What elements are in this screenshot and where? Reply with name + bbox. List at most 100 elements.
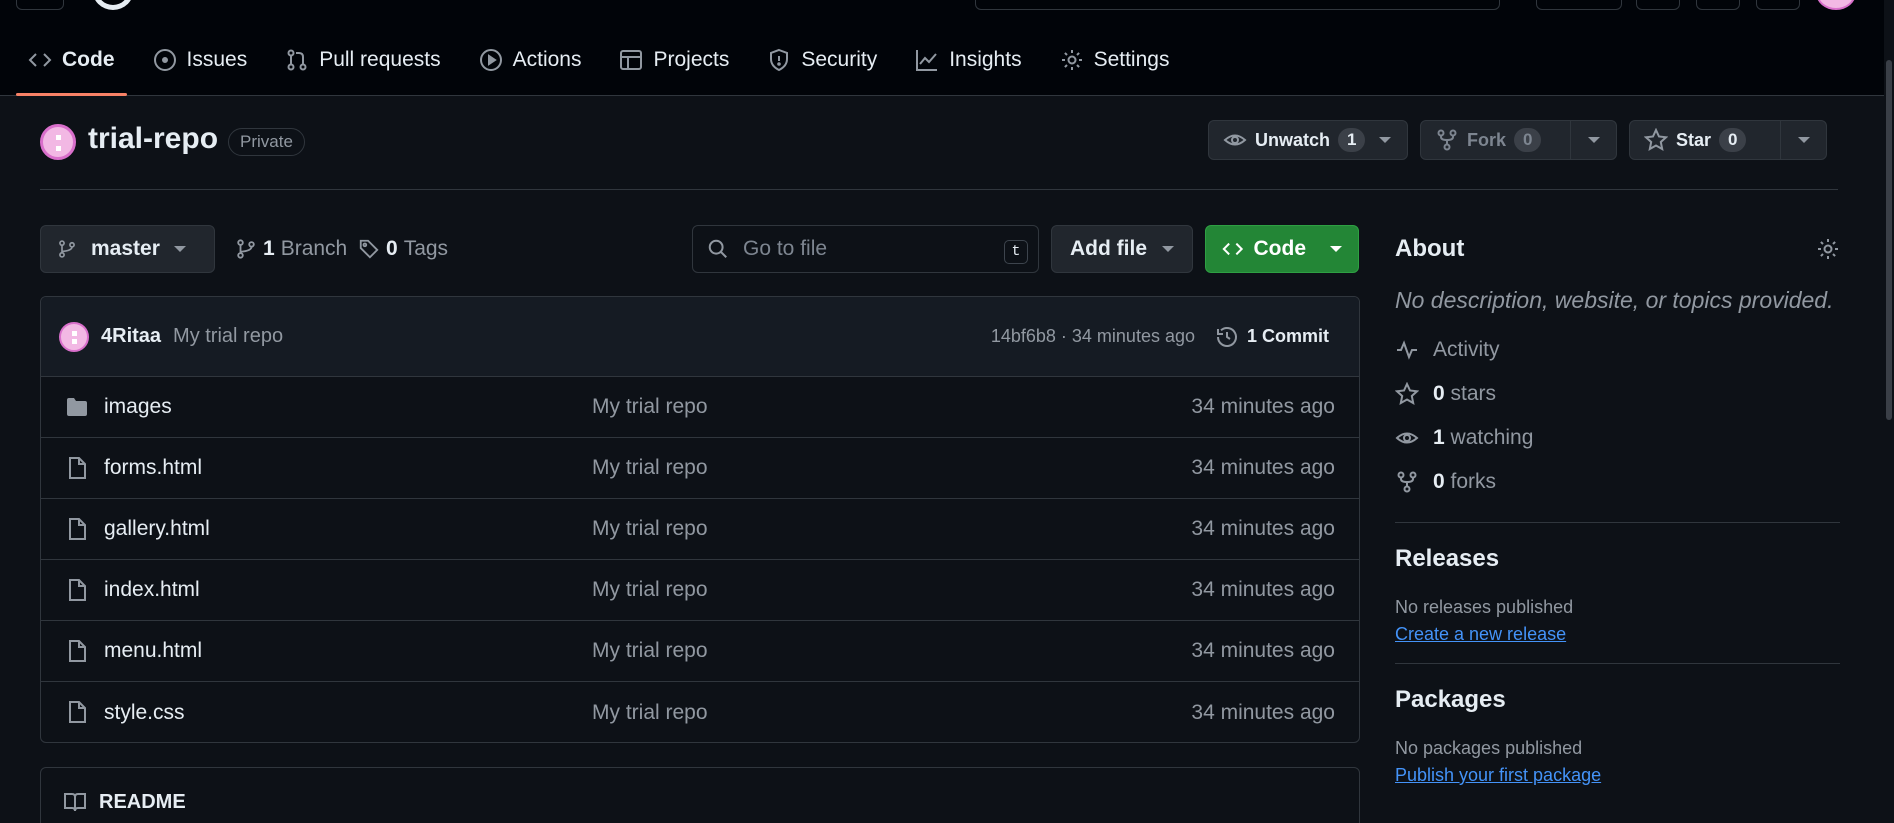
code-icon: [1222, 242, 1244, 256]
about-header: About: [1395, 225, 1840, 273]
activity-link[interactable]: Activity: [1395, 328, 1840, 372]
tag-icon: [359, 239, 379, 259]
add-file-button[interactable]: Add file: [1051, 225, 1193, 273]
tab-security[interactable]: Security: [755, 40, 889, 80]
tags-link[interactable]: 0 Tags: [358, 237, 448, 261]
star-dropdown[interactable]: [1780, 121, 1826, 159]
file-commit-message[interactable]: My trial repo: [592, 517, 708, 541]
commit-history-link[interactable]: 1 Commit: [1215, 325, 1329, 349]
tab-label: Issues: [186, 48, 248, 71]
chevron-down-icon: [1797, 137, 1810, 143]
fork-button[interactable]: Fork 0: [1420, 120, 1617, 160]
user-avatar[interactable]: [1816, 0, 1856, 10]
github-logo[interactable]: [92, 0, 134, 10]
tag-count: 0: [386, 237, 398, 260]
about-description: No description, website, or topics provi…: [1395, 287, 1834, 313]
issues-button[interactable]: [1636, 0, 1680, 10]
file-name[interactable]: menu.html: [104, 639, 202, 663]
file-age: 34 minutes ago: [1191, 395, 1335, 418]
star-count: 0: [1719, 128, 1747, 152]
packages-title[interactable]: Packages: [1395, 686, 1840, 714]
file-row[interactable]: images My trial repo 34 minutes ago: [41, 377, 1359, 438]
branch-name: master: [91, 237, 160, 260]
add-file-label: Add file: [1070, 237, 1147, 260]
branches-link[interactable]: 1 Branch: [235, 237, 347, 261]
page-scrollbar[interactable]: [1884, 0, 1894, 823]
fork-dropdown[interactable]: [1570, 121, 1616, 159]
repo-name[interactable]: trial-repo: [88, 122, 218, 156]
table-icon: [620, 50, 643, 70]
file-name[interactable]: forms.html: [104, 456, 202, 480]
commit-author-avatar[interactable]: [59, 321, 89, 352]
releases-title[interactable]: Releases: [1395, 545, 1840, 573]
file-commit-message[interactable]: My trial repo: [592, 456, 708, 480]
tab-actions[interactable]: Actions: [467, 40, 594, 80]
star-label: Star: [1676, 129, 1712, 150]
repo-sidebar: About No description, website, or topics…: [1395, 225, 1840, 786]
watch-dropdown[interactable]: [1379, 137, 1405, 143]
readme-header[interactable]: README: [40, 767, 1360, 823]
file-row[interactable]: gallery.html My trial repo 34 minutes ag…: [41, 499, 1359, 560]
tab-projects[interactable]: Projects: [607, 40, 741, 80]
file-row[interactable]: forms.html My trial repo 34 minutes ago: [41, 438, 1359, 499]
stars-label: stars: [1450, 382, 1497, 405]
pull-request-icon: [287, 49, 307, 71]
unwatch-button[interactable]: Unwatch 1: [1208, 120, 1408, 160]
unwatch-main[interactable]: Unwatch 1: [1209, 121, 1379, 159]
branch-label: Branch: [280, 237, 348, 260]
commit-message[interactable]: My trial repo: [173, 325, 283, 348]
global-search[interactable]: [975, 0, 1500, 10]
notifications-button[interactable]: [1756, 0, 1800, 10]
file-name[interactable]: index.html: [104, 578, 200, 602]
chevron-down-icon: [173, 246, 186, 252]
stars-link[interactable]: 0 stars: [1395, 372, 1840, 416]
create-new-button[interactable]: [1536, 0, 1622, 10]
file-commit-message[interactable]: My trial repo: [592, 639, 708, 663]
divider: [1395, 663, 1840, 664]
file-age: 34 minutes ago: [1191, 700, 1335, 724]
file-icon: [69, 457, 86, 479]
history-icon: [1216, 326, 1237, 347]
star-main[interactable]: Star 0: [1630, 121, 1780, 159]
releases-text: No releases published: [1395, 597, 1574, 617]
fork-main[interactable]: Fork 0: [1421, 121, 1570, 159]
file-row[interactable]: index.html My trial repo 34 minutes ago: [41, 560, 1359, 621]
repo-owner-avatar[interactable]: [40, 124, 76, 160]
tab-pull-requests[interactable]: Pull requests: [273, 40, 452, 80]
tab-code[interactable]: Code: [16, 40, 127, 96]
tab-settings[interactable]: Settings: [1048, 40, 1182, 80]
branch-selector[interactable]: master: [40, 225, 215, 273]
chevron-down-icon: [1162, 246, 1174, 252]
star-button[interactable]: Star 0: [1629, 120, 1827, 160]
issue-icon: [153, 49, 176, 71]
readme-label: README: [99, 790, 186, 813]
file-name[interactable]: gallery.html: [104, 517, 210, 541]
create-release-link[interactable]: Create a new release: [1395, 624, 1566, 645]
code-button[interactable]: Code: [1205, 225, 1359, 273]
file-commit-message[interactable]: My trial repo: [592, 701, 708, 725]
forks-link[interactable]: 0 forks: [1395, 460, 1840, 504]
publish-package-link[interactable]: Publish your first package: [1395, 765, 1601, 786]
tab-insights[interactable]: Insights: [903, 40, 1033, 80]
file-commit-message[interactable]: My trial repo: [592, 395, 708, 419]
commit-hash-time[interactable]: 14bf6b8 · 34 minutes ago: [991, 326, 1195, 347]
watching-link[interactable]: 1 watching: [1395, 416, 1840, 460]
file-row[interactable]: style.css My trial repo 34 minutes ago: [41, 682, 1359, 742]
branch-icon: [237, 239, 255, 259]
file-commit-message[interactable]: My trial repo: [592, 578, 708, 602]
chevron-down-icon: [1587, 137, 1600, 143]
file-row[interactable]: menu.html My trial repo 34 minutes ago: [41, 621, 1359, 682]
tab-label: Projects: [653, 48, 730, 71]
file-name[interactable]: style.css: [104, 701, 185, 725]
file-name[interactable]: images: [104, 395, 172, 419]
gear-icon[interactable]: [1816, 237, 1840, 261]
scrollbar-thumb[interactable]: [1886, 60, 1892, 420]
menu-button[interactable]: [16, 0, 64, 10]
file-browser: 4Ritaa My trial repo 14bf6b8 · 34 minute…: [40, 296, 1360, 743]
pull-requests-button[interactable]: [1696, 0, 1740, 10]
tab-issues[interactable]: Issues: [141, 40, 260, 80]
go-to-file-input[interactable]: Go to file t: [692, 225, 1039, 273]
eye-icon: [1395, 432, 1419, 444]
watch-count: 1: [1338, 128, 1366, 152]
commit-author[interactable]: 4Ritaa: [101, 325, 161, 348]
